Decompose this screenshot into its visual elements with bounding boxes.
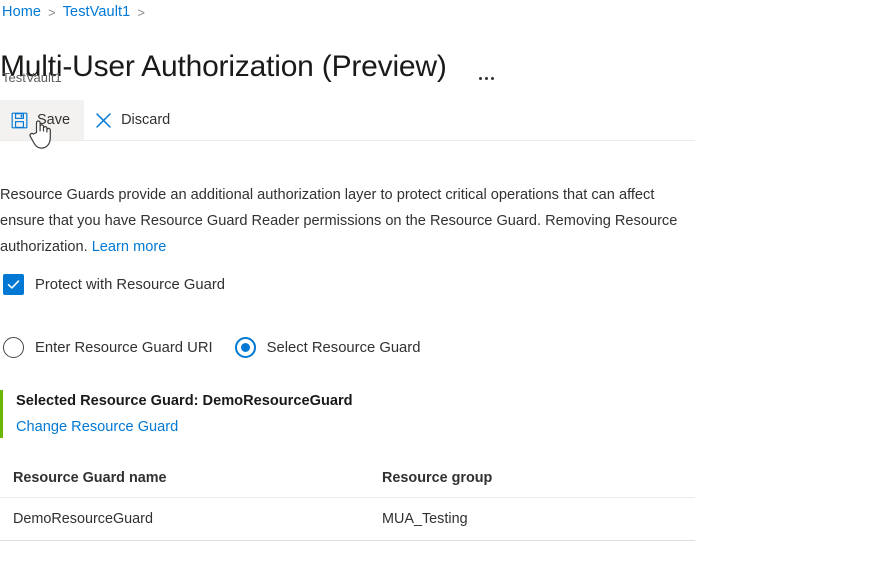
description-text: Resource Guards provide an additional au… <box>0 182 720 260</box>
learn-more-link[interactable]: Learn more <box>92 239 167 255</box>
radio-select-resource-guard[interactable]: Select Resource Guard <box>234 337 421 358</box>
radio-circle-unselected[interactable] <box>3 337 24 358</box>
selected-resource-guard-title: Selected Resource Guard: DemoResourceGua… <box>16 393 353 409</box>
radio-enter-resource-guard-uri[interactable]: Enter Resource Guard URI <box>3 337 213 358</box>
close-icon <box>94 111 112 129</box>
command-bar: Save Discard <box>0 100 695 141</box>
save-button-label: Save <box>37 112 71 128</box>
column-header-resource-group[interactable]: Resource group <box>369 462 695 498</box>
page-subtitle: TestVault1 <box>2 70 62 85</box>
radio-select-label: Select Resource Guard <box>266 339 421 356</box>
dot-3 <box>490 77 494 81</box>
protect-with-resource-guard-checkbox[interactable]: Protect with Resource Guard <box>3 274 225 295</box>
discard-button-label: Discard <box>121 112 171 128</box>
radio-circle-selected[interactable] <box>234 337 256 358</box>
column-header-resource-guard-name[interactable]: Resource Guard name <box>0 462 369 498</box>
resource-guard-mode-radio-group: Enter Resource Guard URI Select Resource… <box>3 337 420 358</box>
checkmark-icon <box>7 280 20 289</box>
resource-guard-table: Resource Guard name Resource group DemoR… <box>0 462 695 541</box>
protect-checkbox-label: Protect with Resource Guard <box>35 276 225 293</box>
dot-1 <box>478 77 482 81</box>
breadcrumb: Home > TestVault1 > <box>2 2 152 22</box>
table-header-row: Resource Guard name Resource group <box>0 462 695 498</box>
checkbox-box[interactable] <box>3 274 24 295</box>
selected-resource-guard-panel: Selected Resource Guard: DemoResourceGua… <box>0 390 420 438</box>
save-icon <box>10 111 28 129</box>
change-resource-guard-link[interactable]: Change Resource Guard <box>16 416 178 438</box>
more-options-icon[interactable] <box>478 46 494 88</box>
dot-2 <box>484 77 488 81</box>
chevron-right-icon: > <box>137 4 145 20</box>
breadcrumb-item-testvault1[interactable]: TestVault1 <box>63 4 131 20</box>
table-row[interactable]: DemoResourceGuard MUA_Testing <box>0 497 695 541</box>
discard-button[interactable]: Discard <box>84 100 184 140</box>
breadcrumb-item-home[interactable]: Home <box>2 4 41 20</box>
radio-uri-label: Enter Resource Guard URI <box>35 339 213 356</box>
save-button[interactable]: Save <box>0 100 85 140</box>
cell-resource-group: MUA_Testing <box>369 497 695 541</box>
cell-resource-guard-name: DemoResourceGuard <box>0 497 369 541</box>
page-header: Multi-User Authorization (Preview) <box>0 28 700 106</box>
page-title: Multi-User Authorization (Preview) <box>0 50 447 84</box>
chevron-right-icon: > <box>48 4 56 20</box>
